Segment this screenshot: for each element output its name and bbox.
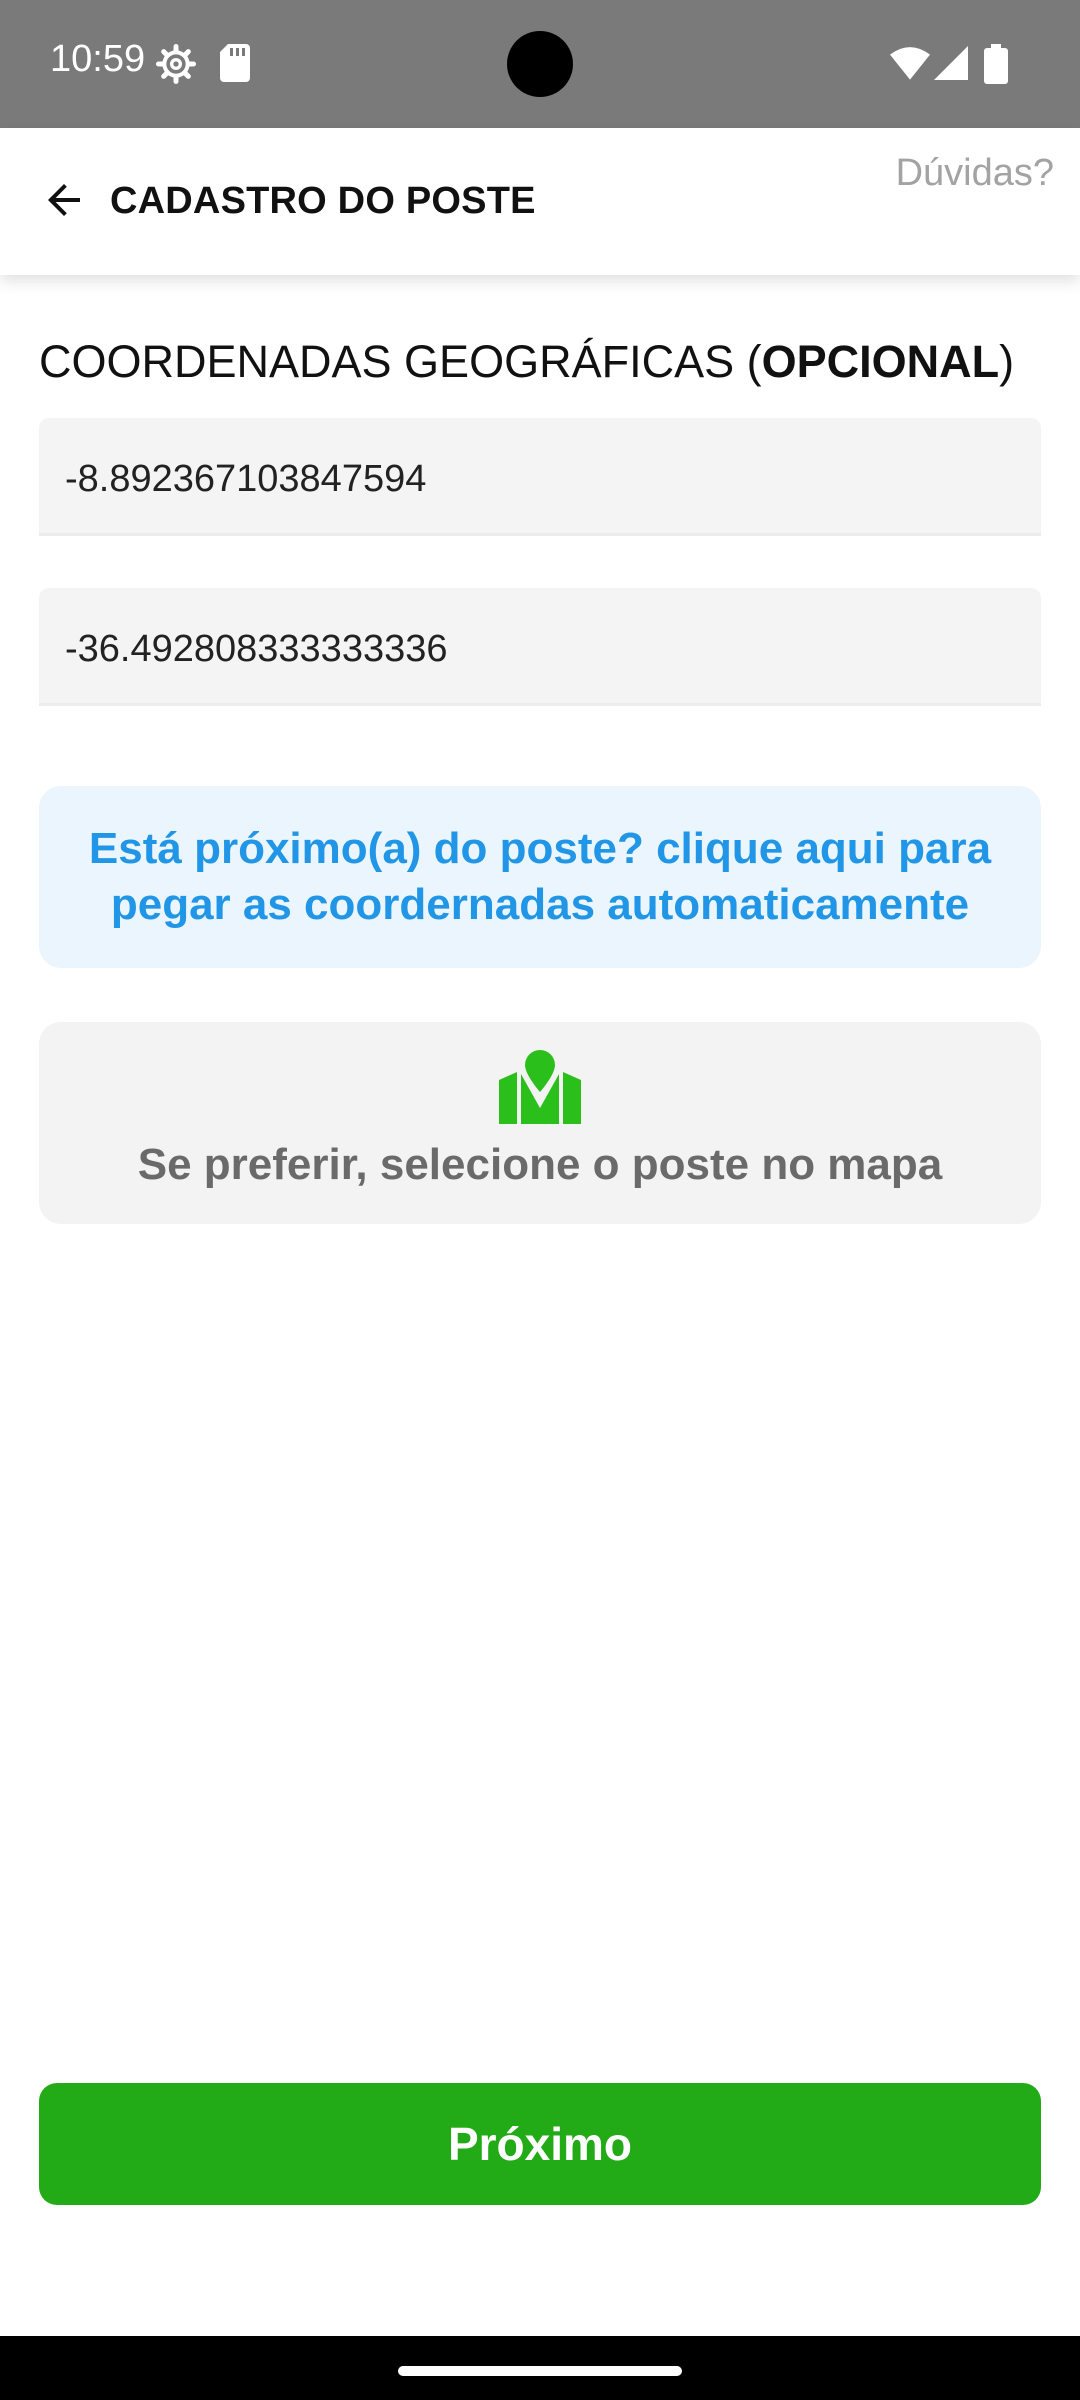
auto-coordinates-button[interactable]: Está próximo(a) do poste? clique aqui pa… — [39, 786, 1041, 968]
longitude-field[interactable] — [39, 588, 1041, 706]
sd-card-icon — [220, 44, 250, 82]
home-indicator[interactable] — [398, 2366, 682, 2376]
coordinates-section-label: COORDENADAS GEOGRÁFICAS (OPCIONAL) — [39, 336, 1014, 388]
select-on-map-button[interactable]: Se preferir, selecione o poste no mapa — [39, 1022, 1041, 1224]
battery-icon — [984, 44, 1008, 84]
select-on-map-label: Se preferir, selecione o poste no mapa — [137, 1140, 943, 1189]
app-bar: CADASTRO DO POSTE Dúvidas? — [0, 128, 1080, 275]
coordinates-label-suffix: ) — [999, 336, 1015, 387]
wifi-icon — [890, 47, 930, 80]
latitude-field[interactable] — [39, 418, 1041, 536]
screen: 10:59 CADASTRO DO POSTE Dúvidas? COORDEN… — [0, 0, 1080, 2400]
status-time: 10:59 — [50, 38, 146, 80]
status-bar: 10:59 — [0, 0, 1080, 128]
navigation-bar — [0, 2336, 1080, 2400]
page-title: CADASTRO DO POSTE — [110, 180, 536, 222]
map-marker-icon — [499, 1050, 581, 1124]
latitude-input[interactable] — [65, 458, 1015, 501]
longitude-input[interactable] — [65, 628, 1015, 671]
next-button[interactable]: Próximo — [39, 2083, 1041, 2205]
auto-coordinates-label: Está próximo(a) do poste? clique aqui pa… — [88, 823, 992, 929]
back-button[interactable] — [34, 170, 94, 230]
arrow-left-icon — [48, 184, 80, 216]
coordinates-label-optional: OPCIONAL — [761, 336, 1000, 387]
next-button-label: Próximo — [447, 2118, 633, 2170]
coordinates-label-prefix: COORDENADAS GEOGRÁFICAS ( — [39, 336, 762, 387]
help-link[interactable]: Dúvidas? — [896, 152, 1054, 195]
front-camera — [507, 31, 573, 97]
gear-icon — [156, 44, 196, 84]
signal-icon — [934, 46, 968, 80]
